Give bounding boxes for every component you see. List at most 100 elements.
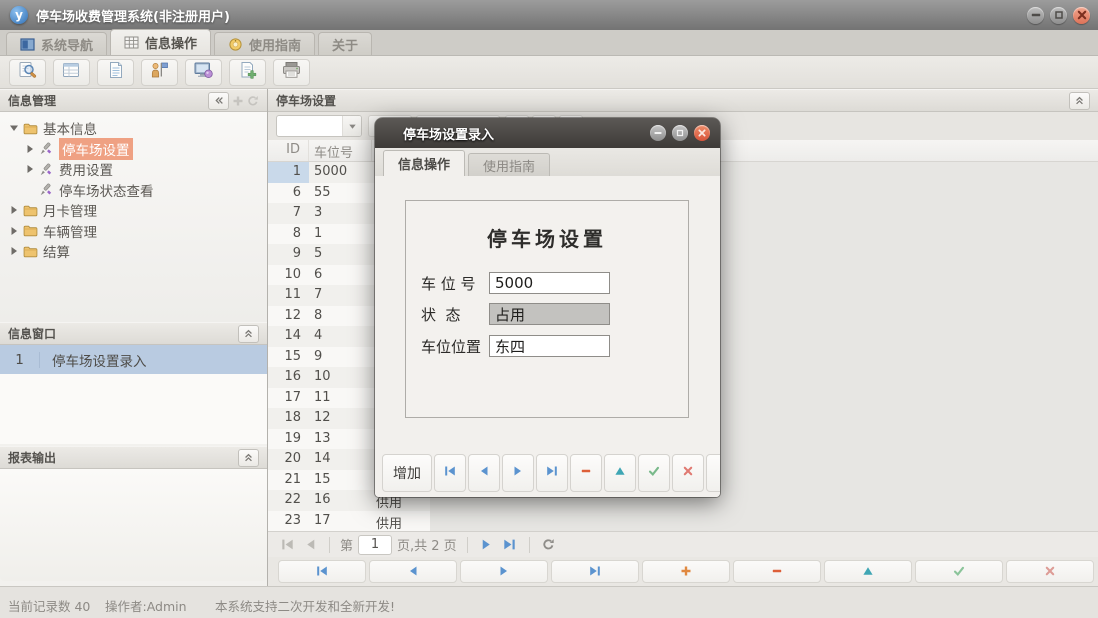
cell-id: 22	[268, 490, 309, 511]
folder-icon	[23, 245, 38, 258]
tree-item-2[interactable]: 费用设置	[0, 159, 267, 180]
monitor-button[interactable]	[185, 59, 222, 86]
dialog-delete-button[interactable]	[570, 454, 602, 492]
refresh-button[interactable]	[540, 536, 558, 554]
main-tabbar: 系统导航信息操作使用指南关于	[0, 30, 1098, 56]
printer-button[interactable]	[273, 59, 310, 86]
dialog-first-button[interactable]	[434, 454, 466, 492]
preview-button[interactable]	[9, 59, 46, 86]
page-last-button[interactable]	[501, 536, 519, 554]
tree-item-6[interactable]: 结算	[0, 241, 267, 262]
dialog-extra-button[interactable]	[706, 454, 720, 492]
collapse-up-button[interactable]	[238, 325, 259, 343]
dialog-maximize-button[interactable]	[672, 125, 688, 141]
dialog-close-button[interactable]	[694, 125, 710, 141]
cell-space: 1	[309, 224, 372, 245]
tree-item-3[interactable]: 停车场状态查看	[0, 180, 267, 201]
dialog-last-button[interactable]	[536, 454, 568, 492]
main-toolbar	[0, 56, 1098, 89]
tree-item-4[interactable]: 月卡管理	[0, 200, 267, 221]
cell-id: 8	[268, 224, 309, 245]
dialog-tabbar: 信息操作使用指南	[375, 148, 720, 176]
nav-prev-button[interactable]	[369, 560, 457, 583]
tree-item-label: 费用设置	[59, 159, 113, 179]
app-window: y 停车场收费管理系统(非注册用户) 系统导航信息操作使用指南关于 信息管理 基…	[0, 0, 1098, 618]
cross-icon	[1044, 562, 1056, 581]
expander-right-icon[interactable]	[24, 163, 36, 175]
expander-right-icon[interactable]	[8, 245, 20, 257]
new-document-button[interactable]	[229, 59, 266, 86]
document-button[interactable]	[97, 59, 134, 86]
field-input-space-location[interactable]	[489, 335, 610, 357]
expander-spacer	[24, 184, 36, 196]
nav-last-button[interactable]	[551, 560, 639, 583]
report-table-button[interactable]	[53, 59, 90, 86]
dialog-title: 停车场设置录入	[403, 124, 494, 143]
tab-info-operation[interactable]: 信息操作	[110, 29, 211, 55]
dialog-edit-button[interactable]	[604, 454, 636, 492]
nav-first-button[interactable]	[278, 560, 366, 583]
operator-button[interactable]	[141, 59, 178, 86]
page-prev-button[interactable]	[301, 536, 319, 554]
dialog-tab-user-guide[interactable]: 使用指南	[468, 153, 550, 176]
document-icon	[105, 61, 126, 83]
table-row[interactable]: 2317供用	[268, 511, 430, 532]
tree-item-label: 基本信息	[43, 118, 97, 138]
info-window-list: 1停车场设置录入	[0, 345, 267, 444]
dialog-next-button[interactable]	[502, 454, 534, 492]
nav-delete-button[interactable]	[733, 560, 821, 583]
operator-label: 操作者:Admin	[105, 596, 187, 615]
nav-insert-button[interactable]	[642, 560, 730, 583]
first-icon	[316, 562, 328, 581]
tree-item-0[interactable]: 基本信息	[0, 118, 267, 139]
cell-id: 18	[268, 408, 309, 429]
tab-about[interactable]: 关于	[318, 32, 372, 55]
collapse-up-button[interactable]	[238, 449, 259, 467]
collapse-left-button[interactable]	[208, 92, 229, 110]
page-number-input[interactable]	[358, 535, 392, 555]
expander-right-icon[interactable]	[24, 143, 36, 155]
cell-id: 14	[268, 326, 309, 347]
parking-setup-form: 停车场设置 车 位 号状 态车位位置	[405, 200, 689, 418]
window-close-button[interactable]	[1073, 7, 1090, 24]
nav-edit-button[interactable]	[824, 560, 912, 583]
nav-post-button[interactable]	[915, 560, 1003, 583]
add-record-button[interactable]: 增加	[382, 454, 432, 492]
field-input-status[interactable]	[489, 303, 610, 325]
record-count-label: 当前记录数 40	[8, 596, 90, 615]
report-output-panel-header: 报表输出	[0, 446, 267, 469]
cell-id: 6	[268, 183, 309, 204]
filter-combobox[interactable]	[276, 115, 362, 137]
window-maximize-button[interactable]	[1050, 7, 1067, 24]
tree-item-1[interactable]: 停车场设置	[0, 139, 267, 160]
page-next-button[interactable]	[478, 536, 496, 554]
report-output-title: 报表输出	[8, 449, 56, 466]
column-header-space[interactable]: 车位号	[309, 140, 372, 161]
expander-right-icon[interactable]	[8, 225, 20, 237]
expander-right-icon[interactable]	[8, 204, 20, 216]
window-minimize-button[interactable]	[1027, 7, 1044, 24]
cell-id: 16	[268, 367, 309, 388]
expander-down-icon[interactable]	[8, 122, 20, 134]
operator-icon	[149, 61, 170, 83]
collapse-up-button[interactable]	[1069, 92, 1090, 110]
nav-next-button[interactable]	[460, 560, 548, 583]
tab-user-guide[interactable]: 使用指南	[214, 32, 315, 55]
list-item[interactable]: 1停车场设置录入	[0, 345, 267, 374]
dialog-prev-button[interactable]	[468, 454, 500, 492]
dialog-cancel-button[interactable]	[672, 454, 704, 492]
nav-cancel-button[interactable]	[1006, 560, 1094, 583]
folder-icon	[23, 224, 38, 237]
page-first-button[interactable]	[278, 536, 296, 554]
dialog-post-button[interactable]	[638, 454, 670, 492]
cell-id: 21	[268, 470, 309, 491]
column-header-id[interactable]: ID	[268, 140, 309, 161]
dialog-titlebar: 停车场设置录入	[375, 118, 720, 148]
dialog-tab-info-operation[interactable]: 信息操作	[383, 150, 465, 176]
list-item-index: 1	[0, 352, 40, 368]
tree-item-5[interactable]: 车辆管理	[0, 221, 267, 242]
tab-system-navigation[interactable]: 系统导航	[6, 32, 107, 55]
field-input-space-number[interactable]	[489, 272, 610, 294]
prev-icon	[407, 562, 419, 581]
dialog-minimize-button[interactable]	[650, 125, 666, 141]
